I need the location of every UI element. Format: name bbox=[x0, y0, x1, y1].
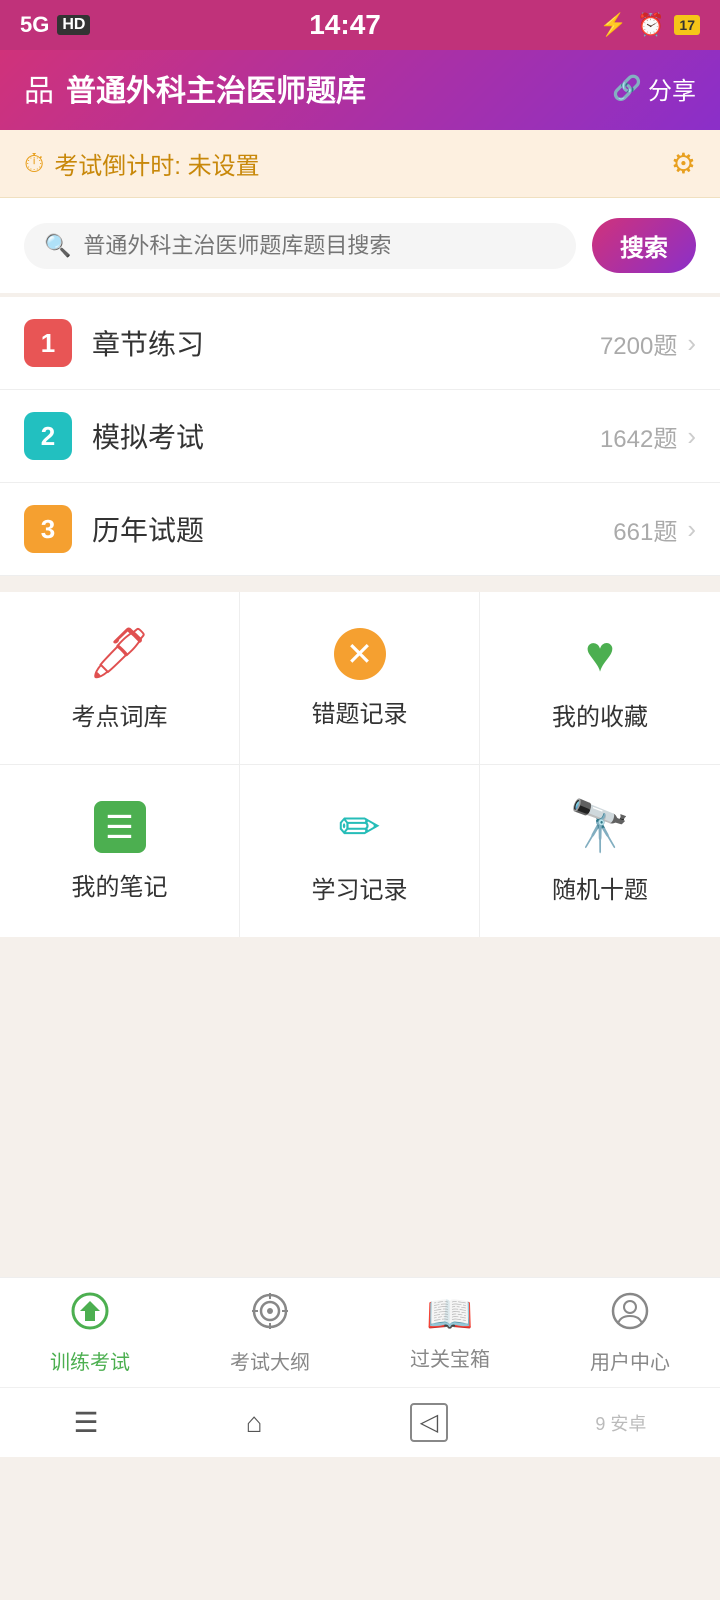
book-nav-icon: 📖 bbox=[426, 1293, 473, 1337]
chevron-right-icon-1: › bbox=[687, 328, 696, 359]
grid-label-favorites: 我的收藏 bbox=[552, 697, 648, 732]
menu-num-1: 1 bbox=[24, 319, 72, 367]
notes-icon: ☰ bbox=[94, 801, 146, 853]
clock-icon: ⏰ bbox=[637, 12, 664, 38]
nav-label-train: 训练考试 bbox=[50, 1346, 130, 1375]
grid-item-favorites[interactable]: ♥ 我的收藏 bbox=[480, 592, 720, 765]
grid-label-notes: 我的笔记 bbox=[72, 867, 168, 902]
grid-label-vocabulary: 考点词库 bbox=[72, 697, 168, 732]
menu-count-history: 661题 bbox=[613, 512, 677, 547]
battery-indicator: 17 bbox=[674, 15, 700, 35]
menu-num-3: 3 bbox=[24, 505, 72, 553]
user-nav-icon bbox=[610, 1291, 650, 1340]
search-input[interactable] bbox=[83, 233, 556, 259]
countdown-icon: ⏱ bbox=[24, 148, 44, 180]
grid-item-random[interactable]: 🔭 随机十题 bbox=[480, 765, 720, 937]
x-circle-icon: ✕ bbox=[334, 628, 386, 680]
sys-menu-button[interactable]: ☰ bbox=[74, 1406, 99, 1439]
search-button[interactable]: 搜索 bbox=[592, 218, 696, 273]
pencil-icon: 🖊 bbox=[88, 624, 151, 683]
nav-label-treasure: 过关宝箱 bbox=[410, 1343, 490, 1372]
search-bar: 🔍 搜索 bbox=[0, 198, 720, 293]
header: 品 普通外科主治医师题库 🔗 分享 bbox=[0, 50, 720, 130]
menu-count-chapter: 7200题 bbox=[600, 326, 677, 361]
sys-back-button[interactable]: ◁ bbox=[410, 1403, 448, 1442]
nav-label-outline: 考试大纲 bbox=[230, 1346, 310, 1375]
nav-item-train[interactable]: 训练考试 bbox=[0, 1278, 180, 1387]
menu-label-chapter: 章节练习 bbox=[92, 323, 600, 363]
search-input-wrapper: 🔍 bbox=[24, 223, 576, 269]
search-icon: 🔍 bbox=[44, 233, 71, 259]
grid-item-notes[interactable]: ☰ 我的笔记 bbox=[0, 765, 240, 937]
share-button[interactable]: 🔗 分享 bbox=[612, 71, 696, 106]
countdown-label: 考试倒计时: 未设置 bbox=[54, 146, 259, 181]
nav-item-user[interactable]: 用户中心 bbox=[540, 1278, 720, 1387]
hd-badge: HD bbox=[57, 15, 90, 35]
sys-home-button[interactable]: ⌂ bbox=[246, 1407, 263, 1439]
menu-item-chapter[interactable]: 1 章节练习 7200题 › bbox=[0, 297, 720, 390]
nav-item-outline[interactable]: 考试大纲 bbox=[180, 1278, 360, 1387]
menu-count-mock: 1642题 bbox=[600, 419, 677, 454]
binoculars-icon: 🔭 bbox=[569, 797, 631, 856]
menu-item-history[interactable]: 3 历年试题 661题 › bbox=[0, 483, 720, 576]
chevron-right-icon-3: › bbox=[687, 514, 696, 545]
status-right: ⚡ ⏰ 17 bbox=[600, 12, 700, 38]
signal-icon: 5G bbox=[20, 12, 49, 38]
pen-icon: ✏ bbox=[339, 798, 381, 856]
menu-num-2: 2 bbox=[24, 412, 72, 460]
nav-item-treasure[interactable]: 📖 过关宝箱 bbox=[360, 1278, 540, 1387]
chevron-right-icon-2: › bbox=[687, 421, 696, 452]
system-nav-bar: ☰ ⌂ ◁ 9 安卓 bbox=[0, 1387, 720, 1457]
content-area bbox=[0, 937, 720, 1277]
bottom-nav: 训练考试 考试大纲 📖 过关宝箱 用户中心 bbox=[0, 1277, 720, 1387]
target-nav-icon bbox=[250, 1291, 290, 1340]
grid-section: 🖊 考点词库 ✕ 错题记录 ♥ 我的收藏 ☰ 我的笔记 ✏ 学习记录 🔭 随机十… bbox=[0, 592, 720, 937]
menu-label-mock: 模拟考试 bbox=[92, 416, 600, 456]
grid-label-errors: 错题记录 bbox=[312, 694, 408, 729]
countdown-left: ⏱ 考试倒计时: 未设置 bbox=[24, 146, 260, 181]
grid-label-random: 随机十题 bbox=[552, 870, 648, 905]
menu-label-history: 历年试题 bbox=[92, 509, 613, 549]
nav-label-user: 用户中心 bbox=[590, 1346, 670, 1375]
watermark-text: 9 安卓 bbox=[595, 1410, 646, 1436]
status-bar: 5G HD 14:47 ⚡ ⏰ 17 bbox=[0, 0, 720, 50]
grid-label-study-record: 学习记录 bbox=[312, 870, 408, 905]
share-icon: 🔗 bbox=[612, 74, 642, 103]
bluetooth-icon: ⚡ bbox=[600, 12, 627, 38]
header-left: 品 普通外科主治医师题库 bbox=[24, 66, 366, 110]
app-logo-icon: 品 bbox=[24, 66, 54, 110]
menu-item-mock[interactable]: 2 模拟考试 1642题 › bbox=[0, 390, 720, 483]
status-left: 5G HD bbox=[20, 12, 90, 38]
grid-item-vocabulary[interactable]: 🖊 考点词库 bbox=[0, 592, 240, 765]
share-label: 分享 bbox=[648, 71, 696, 106]
app-title: 普通外科主治医师题库 bbox=[66, 66, 366, 110]
grid-item-errors[interactable]: ✕ 错题记录 bbox=[240, 592, 480, 765]
settings-icon[interactable]: ⚙ bbox=[671, 147, 696, 180]
heart-icon: ♥ bbox=[585, 625, 615, 683]
clock-time: 14:47 bbox=[309, 9, 381, 41]
countdown-bar: ⏱ 考试倒计时: 未设置 ⚙ bbox=[0, 130, 720, 198]
menu-list: 1 章节练习 7200题 › 2 模拟考试 1642题 › 3 历年试题 661… bbox=[0, 297, 720, 576]
home-nav-icon bbox=[70, 1291, 110, 1340]
grid-item-study-record[interactable]: ✏ 学习记录 bbox=[240, 765, 480, 937]
